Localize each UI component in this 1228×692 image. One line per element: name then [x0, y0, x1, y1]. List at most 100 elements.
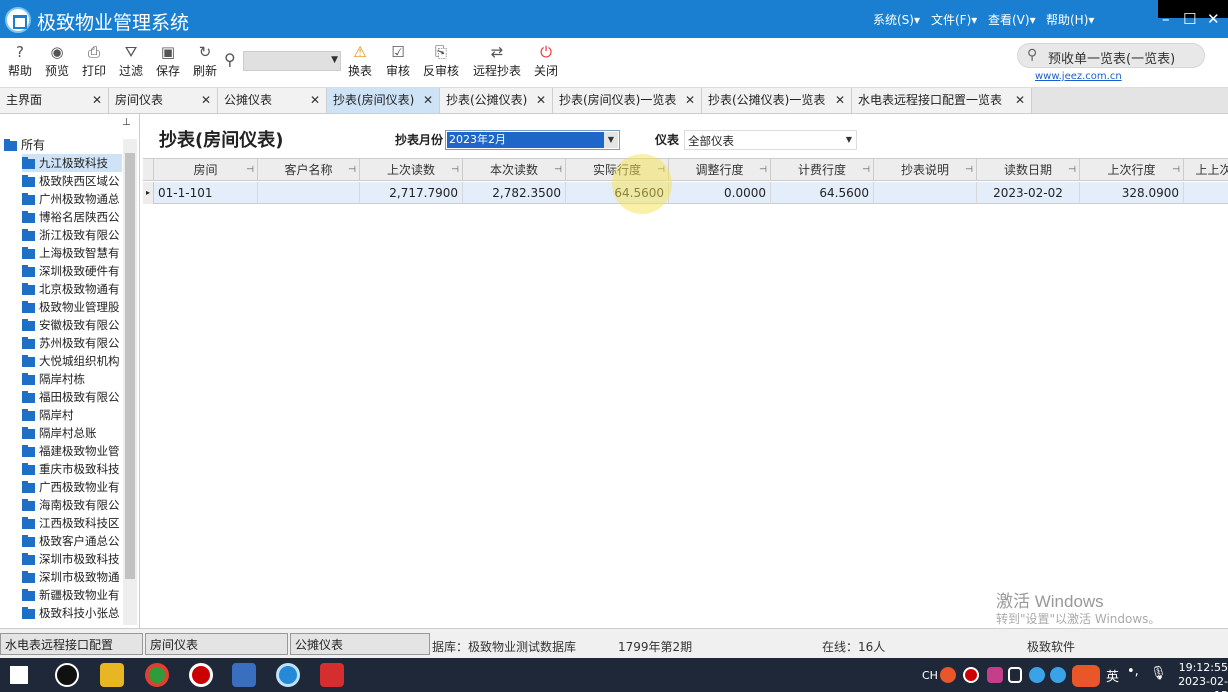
tree-item[interactable]: 福建极致物业管	[22, 442, 122, 460]
audit-button[interactable]: ☑ 审核	[386, 42, 410, 79]
table-cell[interactable]	[258, 182, 360, 204]
table-cell[interactable]: 0.0000	[669, 182, 771, 204]
status-tab-room-meter[interactable]: 房间仪表	[145, 633, 288, 655]
table-cell[interactable]: 328.0900	[1080, 182, 1184, 204]
scroll-thumb[interactable]	[125, 153, 135, 579]
swap-meter-button[interactable]: ⚠ 换表	[348, 42, 372, 79]
tree-item[interactable]: 北京极致物通有	[22, 280, 122, 298]
close-icon[interactable]: ✕	[1015, 88, 1025, 113]
tree-item[interactable]: 深圳市极致科技	[22, 550, 122, 568]
app-v-icon[interactable]	[320, 663, 344, 687]
column-filter-icon[interactable]: ⊣	[1172, 159, 1180, 181]
tree-item[interactable]: 深圳市极致物通	[22, 568, 122, 586]
month-select[interactable]: 2023年2月 ▼	[445, 130, 620, 150]
print-button[interactable]: ⎙ 打印	[82, 42, 106, 79]
tree-item[interactable]: 隔岸村总账	[22, 424, 122, 442]
minimize-button[interactable]: –	[1162, 10, 1170, 28]
qq-icon[interactable]	[55, 663, 79, 687]
menu-system[interactable]: 系统(S)▾	[873, 11, 920, 28]
tree-item[interactable]: 重庆市极致科技	[22, 460, 122, 478]
save-button[interactable]: ▣ 保存	[156, 42, 180, 79]
sogou-s-icon[interactable]	[1072, 665, 1100, 687]
tree-item[interactable]: 新疆极致物业有	[22, 586, 122, 604]
tree-item[interactable]: 极致物业管理股	[22, 298, 122, 316]
column-filter-icon[interactable]: ⊣	[862, 159, 870, 181]
filter-button[interactable]: ⛛ 过滤	[119, 42, 143, 79]
column-filter-icon[interactable]: ⊣	[451, 159, 459, 181]
close-icon[interactable]: ✕	[201, 88, 211, 113]
tree-root[interactable]: 所有	[4, 136, 45, 153]
preview-button[interactable]: ◉ 预览	[45, 42, 69, 79]
sidebar-scrollbar[interactable]	[123, 139, 137, 625]
column-header[interactable]: 本次读数 ⊣	[463, 159, 566, 181]
sogou-icon[interactable]	[940, 667, 956, 683]
close-icon[interactable]: ✕	[92, 88, 102, 113]
help-button[interactable]: ? 帮助	[8, 42, 32, 79]
tab-shared-reading-list[interactable]: 抄表(公摊仪表)一览表 ✕	[702, 88, 852, 113]
ime-mode[interactable]: 英	[1106, 666, 1119, 685]
file-explorer-icon[interactable]	[100, 663, 124, 687]
close-icon[interactable]: ✕	[685, 88, 695, 113]
menu-file[interactable]: 文件(F)▾	[931, 11, 977, 28]
clock[interactable]: 19:12:55 2023-02-15	[1168, 661, 1228, 692]
tree-item[interactable]: 浙江极致有限公	[22, 226, 122, 244]
windows-start-icon[interactable]	[10, 666, 28, 684]
column-header[interactable]: 读数日期 ⊣	[977, 159, 1080, 181]
record-icon[interactable]	[189, 663, 213, 687]
unaudit-button[interactable]: ⎘ 反审核	[423, 42, 459, 79]
microphone-icon[interactable]: 🎙	[1150, 666, 1167, 681]
column-header[interactable]: 调整行度 ⊣	[669, 159, 771, 181]
jeez-app-icon[interactable]	[276, 663, 300, 687]
close-window-button[interactable]: ✕	[1207, 10, 1220, 28]
tree-item[interactable]: 广西极致物业有	[22, 478, 122, 496]
search-icon[interactable]: ⚲	[224, 50, 236, 69]
pin-icon[interactable]: ⊥	[122, 117, 131, 128]
tree-item[interactable]: 江西极致科技区	[22, 514, 122, 532]
cloud-tray-icon[interactable]	[1050, 667, 1066, 683]
column-filter-icon[interactable]: ⊣	[1068, 159, 1076, 181]
column-filter-icon[interactable]: ⊣	[348, 159, 356, 181]
menu-view[interactable]: 查看(V)▾	[988, 11, 1036, 28]
refresh-button[interactable]: ↻ 刷新	[193, 42, 217, 79]
close-icon[interactable]: ✕	[310, 88, 320, 113]
column-header[interactable]: 上上次	[1184, 159, 1228, 181]
column-header[interactable]: 房间 ⊣	[154, 159, 258, 181]
column-header[interactable]: 上次读数 ⊣	[360, 159, 463, 181]
table-row[interactable]: ▸ 01-1-101 2,717.79002,782.3500 64.56000.0…	[143, 182, 1228, 204]
status-tab-remote-config[interactable]: 水电表远程接口配置	[0, 633, 143, 655]
tab-home[interactable]: 主界面 ✕	[0, 88, 109, 113]
chevron-down-icon[interactable]: ▼	[604, 132, 618, 148]
tree-item[interactable]: 隔岸村	[22, 406, 122, 424]
chat-tray-icon[interactable]	[1029, 667, 1045, 683]
table-cell[interactable]: 2,782.3500	[463, 182, 566, 204]
tree-item[interactable]: 海南极致有限公	[22, 496, 122, 514]
tree-item[interactable]: 上海极致智慧有	[22, 244, 122, 262]
column-header[interactable]: 上次行度 ⊣	[1080, 159, 1184, 181]
chrome-icon[interactable]	[145, 663, 169, 687]
network-app-icon[interactable]	[232, 663, 256, 687]
remote-reading-button[interactable]: ⇄ 远程抄表	[473, 42, 521, 79]
punctuation-mode[interactable]: •,	[1127, 664, 1139, 679]
column-filter-icon[interactable]: ⊣	[759, 159, 767, 181]
tree-item[interactable]: 福田极致有限公	[22, 388, 122, 406]
status-tab-shared-meter[interactable]: 公摊仪表	[290, 633, 430, 655]
tree-item[interactable]: 深圳极致硬件有	[22, 262, 122, 280]
tab-room-reading-list[interactable]: 抄表(房间仪表)一览表 ✕	[553, 88, 702, 113]
table-cell[interactable]: 64.5600	[771, 182, 874, 204]
tree-item[interactable]: 隔岸村栋	[22, 370, 122, 388]
column-filter-icon[interactable]: ⊣	[246, 159, 254, 181]
shield-icon[interactable]	[1008, 667, 1022, 683]
website-link[interactable]: www.jeez.com.cn	[1035, 71, 1122, 82]
toolbar-search-combo[interactable]: ▼	[243, 51, 341, 71]
tab-room-reading[interactable]: 抄表(房间仪表) ✕	[327, 88, 440, 113]
column-header[interactable]: 计费行度 ⊣	[771, 159, 874, 181]
tab-remote-config-list[interactable]: 水电表远程接口配置一览表 ✕	[852, 88, 1032, 113]
tree-item[interactable]: 极致陕西区域公	[22, 172, 122, 190]
maximize-button[interactable]: ☐	[1183, 10, 1196, 28]
close-icon[interactable]: ✕	[835, 88, 845, 113]
column-header[interactable]: 客户名称 ⊣	[258, 159, 360, 181]
table-cell[interactable]	[874, 182, 977, 204]
close-icon[interactable]: ✕	[536, 88, 546, 113]
tree-item[interactable]: 九江极致科技	[22, 154, 122, 172]
table-cell[interactable]	[1184, 182, 1228, 204]
